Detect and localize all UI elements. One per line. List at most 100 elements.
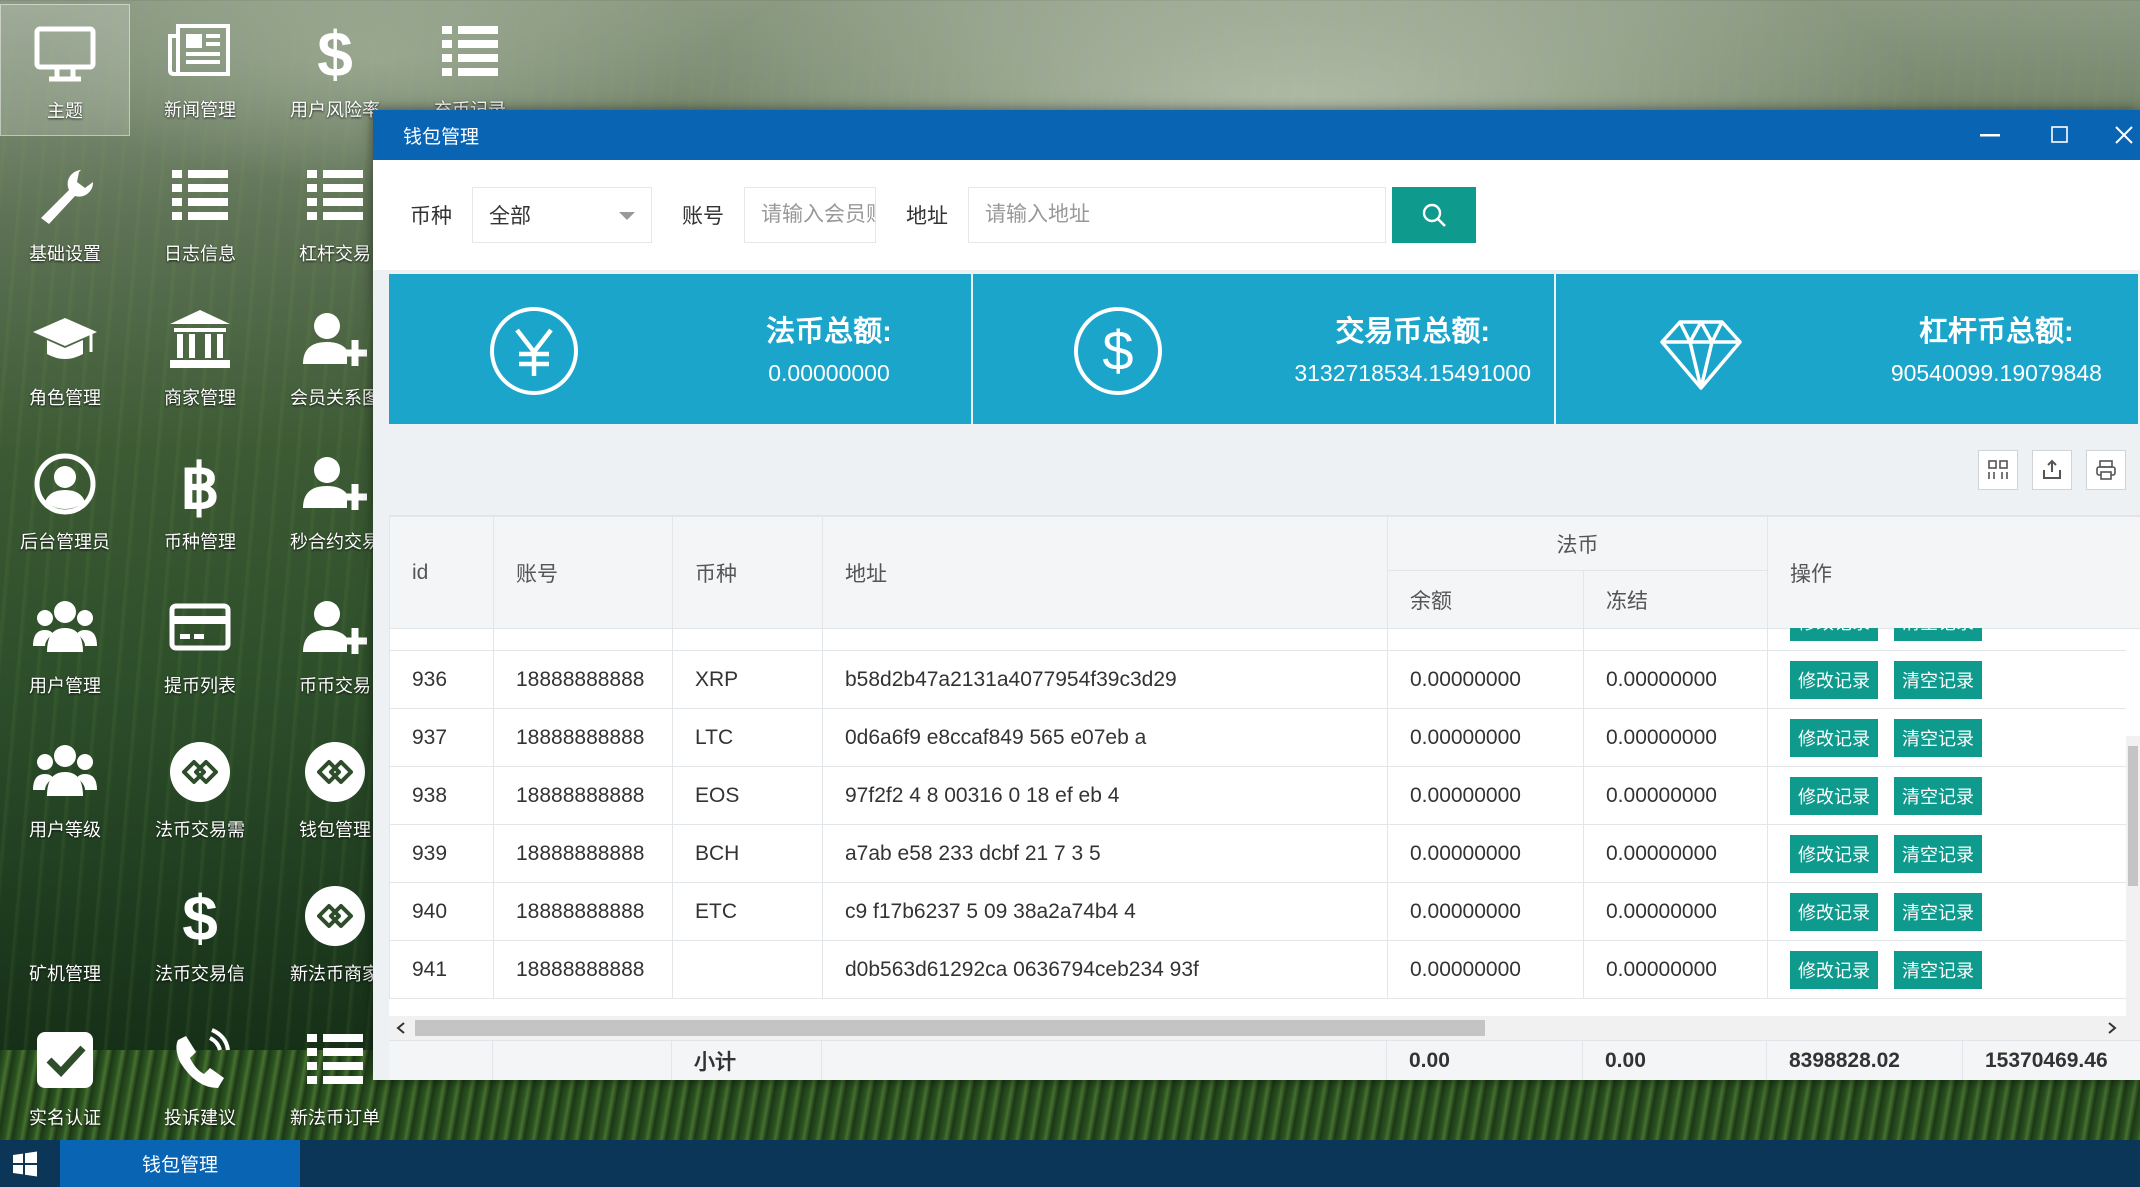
clear-record-button[interactable]: 清空记录: [1894, 718, 1982, 757]
desktop-icon-label: 角色管理: [29, 388, 101, 408]
edit-record-button[interactable]: 修改记录: [1790, 628, 1878, 641]
desktop-icon-13[interactable]: 用户管理: [0, 580, 130, 712]
desktop-icon-19[interactable]: 矿机管理: [0, 868, 130, 1000]
cell-balance: 0.00000000: [1387, 628, 1584, 651]
currency-select[interactable]: 全部: [472, 187, 652, 243]
col-header-id[interactable]: id: [389, 516, 494, 629]
clear-record-button[interactable]: 清空记录: [1894, 892, 1982, 931]
cell-currency: ETC: [672, 882, 823, 941]
desktop-icon-4[interactable]: 基础设置: [0, 148, 130, 280]
col-header-currency[interactable]: 币种: [672, 516, 823, 629]
desktop-icon-label: 新闻管理: [164, 100, 236, 120]
exchange-icon: [305, 886, 365, 946]
desktop-icon-label: 用户风险率: [290, 100, 380, 120]
taskbar-item-wallet[interactable]: 钱包管理: [60, 1140, 300, 1187]
edit-record-button[interactable]: 修改记录: [1790, 950, 1878, 989]
chevron-right-icon[interactable]: [2104, 1020, 2120, 1036]
desktop-icon-16[interactable]: 用户等级: [0, 724, 130, 856]
col-header-account[interactable]: 账号: [493, 516, 673, 629]
cell-id: 936: [389, 650, 494, 709]
list-icon: [307, 1034, 363, 1084]
vertical-scrollbar[interactable]: [2126, 736, 2140, 1016]
address-label: 地址: [906, 205, 948, 228]
desktop-icon-5[interactable]: 日志信息: [135, 148, 265, 280]
desktop-icon-1[interactable]: 新闻管理: [135, 4, 265, 136]
address-input[interactable]: [968, 187, 1386, 243]
edit-record-button[interactable]: 修改记录: [1790, 892, 1878, 931]
desktop-icon-14[interactable]: 提币列表: [135, 580, 265, 712]
cell-frozen: 0.00000000: [1583, 882, 1768, 941]
desktop-icon-label: 用户等级: [29, 820, 101, 840]
table-row[interactable]: 937 18888888888 LTC 0d6a6f9 e8ccaf849 565 e…: [389, 708, 2126, 767]
edit-record-button[interactable]: 修改记录: [1790, 718, 1878, 757]
edit-record-button[interactable]: 修改记录: [1790, 776, 1878, 815]
vertical-scrollbar-thumb[interactable]: [2128, 746, 2138, 886]
edit-record-button[interactable]: 修改记录: [1790, 660, 1878, 699]
cell-account: 18888888888: [493, 766, 673, 825]
maximize-button[interactable]: [2030, 110, 2090, 160]
col-header-fiat-group: 法币: [1387, 516, 1768, 571]
col-header-balance[interactable]: 余额: [1387, 570, 1584, 629]
window-titlebar[interactable]: 钱包管理: [373, 110, 2140, 160]
desktop-icon-8[interactable]: 商家管理: [135, 292, 265, 424]
table-row[interactable]: 938 18888888888 EOS 97f2f2 4 8 00316 0 18 e…: [389, 766, 2126, 825]
clear-record-button[interactable]: 清空记录: [1894, 950, 1982, 989]
cell-balance: 0.00000000: [1387, 708, 1584, 767]
leverage-total-title: 杠杆币总额:: [1919, 316, 2074, 348]
desktop-icon-label: 法币交易信: [155, 964, 245, 984]
clear-record-button[interactable]: 清空记录: [1894, 628, 1982, 641]
table-row[interactable]: 939 18888888888 BCH a7ab e58 233 dcbf 21 7 …: [389, 824, 2126, 883]
desktop-icon-7[interactable]: 角色管理: [0, 292, 130, 424]
fiat-total-title: 法币总额:: [766, 316, 892, 348]
table-body-viewport[interactable]: 93518888888888ETH0xe7c5ae0afb3abe2ed2110…: [389, 628, 2126, 1016]
col-header-frozen[interactable]: 冻结: [1583, 570, 1768, 629]
desktop-icon-0[interactable]: 主题: [0, 4, 130, 136]
cell-ops: 修改记录清空记录: [1767, 766, 2126, 825]
cell-account: 18888888888: [493, 940, 673, 999]
desktop-icon-17[interactable]: 法币交易需: [135, 724, 265, 856]
trade-total-value: 3132718534.15491000: [1294, 360, 1531, 386]
table-body: 93518888888888ETH0xe7c5ae0afb3abe2ed2110…: [389, 628, 2126, 999]
phone-icon: [176, 1028, 230, 1088]
close-button[interactable]: [2094, 110, 2140, 160]
search-button[interactable]: [1392, 187, 1476, 243]
print-button[interactable]: [2086, 450, 2126, 490]
desktop-icon-10[interactable]: 后台管理员: [0, 436, 130, 568]
desktop-icon-23[interactable]: 投诉建议: [135, 1012, 265, 1144]
export-button[interactable]: [2032, 450, 2072, 490]
monitor-icon: [34, 26, 96, 82]
minimize-button[interactable]: [1960, 110, 2020, 160]
clear-record-button[interactable]: 清空记录: [1894, 660, 1982, 699]
clear-record-button[interactable]: 清空记录: [1894, 776, 1982, 815]
cell-id: 937: [389, 708, 494, 767]
table-row[interactable]: 936 18888888888 XRP b58d2b47a2131a4077954f3…: [389, 650, 2126, 709]
edit-record-button[interactable]: 修改记录: [1790, 834, 1878, 873]
cell-balance: 0.00000000: [1387, 882, 1584, 941]
cell-frozen: 0.00000000: [1583, 650, 1768, 709]
col-header-address[interactable]: 地址: [822, 516, 1388, 629]
table-row[interactable]: 941 18888888888 d0b563d61292ca 0636794ceb2…: [389, 940, 2126, 999]
table-row[interactable]: 940 18888888888 ETC c9 f17b6237 5 09 38a2a7…: [389, 882, 2126, 941]
cell-balance: 0.00000000: [1387, 940, 1584, 999]
start-button[interactable]: [0, 1140, 50, 1187]
desktop-icon-11[interactable]: ฿ 币种管理: [135, 436, 265, 568]
desktop-icon-22[interactable]: 实名认证: [0, 1012, 130, 1144]
currency-label: 币种: [410, 205, 452, 228]
horizontal-scrollbar-thumb[interactable]: [415, 1020, 1485, 1036]
desktop-icon-20[interactable]: $ 法币交易信: [135, 868, 265, 1000]
horizontal-scrollbar[interactable]: [389, 1016, 2140, 1040]
subtotal-balance: 0.00: [1387, 1041, 1583, 1080]
leverage-total-card: 杠杆币总额: 90540099.19079848: [1556, 274, 2139, 424]
chevron-left-icon[interactable]: [393, 1020, 409, 1036]
cell-account: 18888888888: [493, 824, 673, 883]
table-toolbar: [389, 430, 2140, 516]
cell-id: 935: [389, 628, 494, 651]
table-row[interactable]: 93518888888888ETH0xe7c5ae0afb3abe2ed2110…: [389, 628, 2126, 651]
checkbox-icon: [37, 1032, 93, 1088]
desktop-icon-label: 后台管理员: [20, 532, 110, 552]
columns-toggle-button[interactable]: [1978, 450, 2018, 490]
clear-record-button[interactable]: 清空记录: [1894, 834, 1982, 873]
desktop-icon-label: 日志信息: [164, 244, 236, 264]
desktop-icon-label: 新法币商家: [290, 964, 380, 984]
account-input[interactable]: [744, 187, 876, 243]
